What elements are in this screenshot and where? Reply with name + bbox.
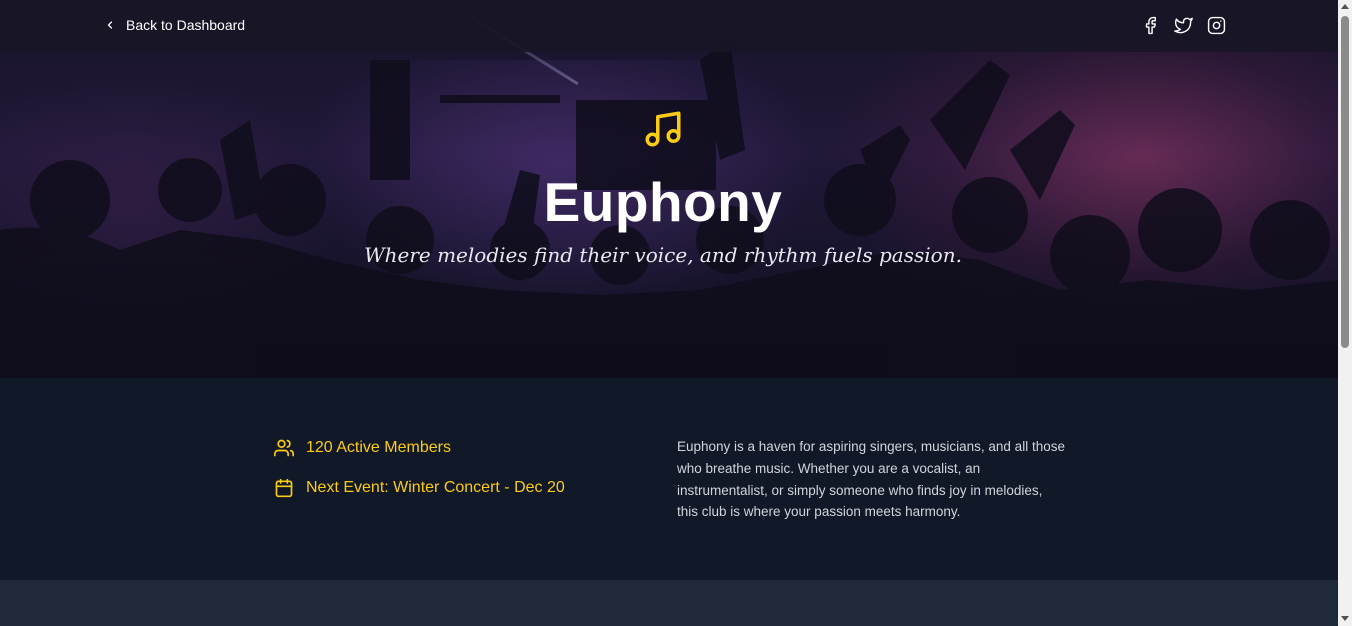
calendar-icon [275, 478, 293, 498]
social-links [1140, 15, 1226, 35]
scrollbar-thumb[interactable] [1341, 16, 1349, 348]
members-stat: 120 Active Members [274, 438, 451, 458]
scroll-down-arrow-icon[interactable] [1341, 616, 1349, 621]
top-bar: Back to Dashboard [0, 0, 1338, 52]
music-note-icon [642, 108, 684, 150]
members-count: 120 Active Members [306, 439, 451, 456]
next-event-stat: Next Event: Winter Concert - Dec 20 [274, 478, 565, 498]
club-page: Euphony Where melodies find their voice,… [0, 0, 1338, 626]
back-label: Back to Dashboard [126, 17, 246, 33]
club-title: Euphony [543, 171, 783, 233]
hero-banner: Euphony Where melodies find their voice,… [0, 0, 1338, 378]
facebook-icon[interactable] [1140, 15, 1160, 35]
twitter-icon[interactable] [1173, 15, 1193, 35]
club-info-section: 120 Active Members Next Event: Winter Co… [0, 378, 1338, 580]
back-to-dashboard-link[interactable]: Back to Dashboard [104, 14, 245, 36]
chevron-left-icon [107, 21, 113, 29]
next-event-text: Next Event: Winter Concert - Dec 20 [306, 479, 565, 496]
vertical-scrollbar[interactable] [1338, 0, 1352, 626]
scroll-up-arrow-icon[interactable] [1341, 4, 1349, 9]
users-icon [274, 439, 294, 457]
next-section-band [0, 580, 1338, 626]
club-description: Euphony is a haven for aspiring singers,… [677, 439, 1065, 520]
club-tagline: Where melodies find their voice, and rhy… [364, 243, 962, 267]
instagram-icon[interactable] [1206, 15, 1226, 35]
